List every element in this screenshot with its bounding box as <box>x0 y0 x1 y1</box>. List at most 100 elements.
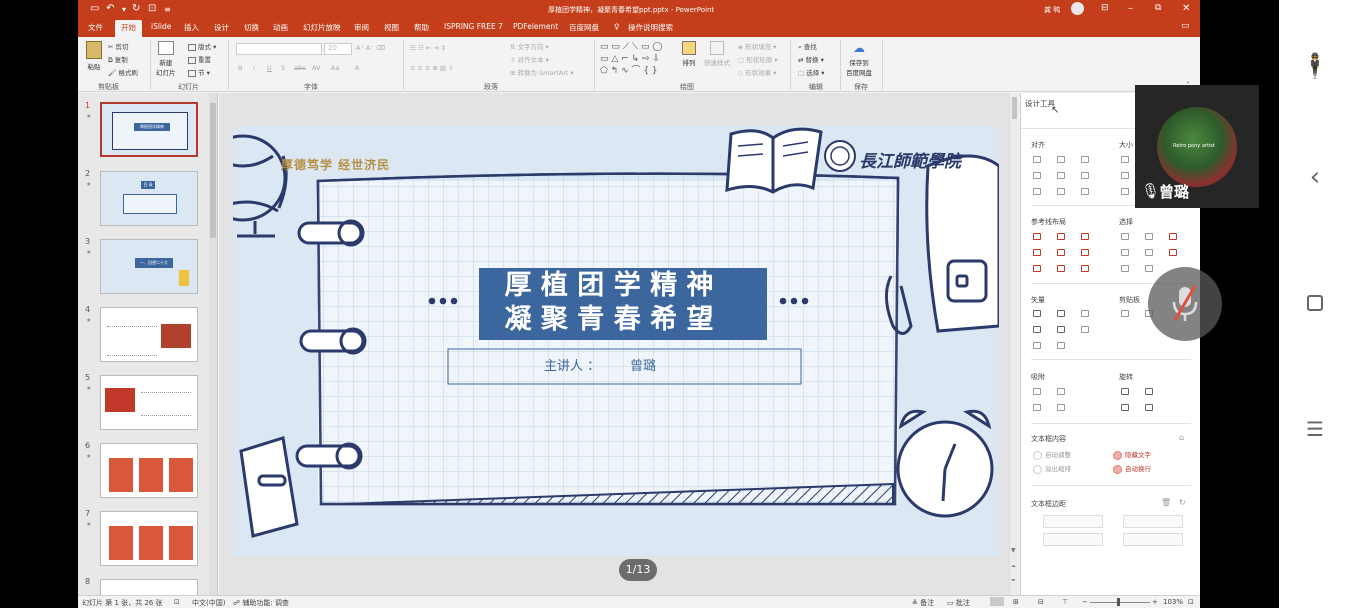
bold-button[interactable]: B <box>238 64 242 72</box>
tell-me-search[interactable]: 操作说明搜索 <box>628 22 673 33</box>
next-slide-icon[interactable]: ⏷ <box>1011 577 1016 585</box>
zoom-slider[interactable] <box>1090 602 1150 603</box>
fit-to-window-icon[interactable]: ⊡ <box>1188 598 1194 606</box>
video-call-tile[interactable]: Retro pony artist 🎙 曾璐 <box>1135 85 1259 208</box>
shape-fill-button[interactable]: ◈ 形状填充 ▾ <box>738 41 776 51</box>
thumb-slide-8[interactable] <box>100 579 198 596</box>
replace-button[interactable]: ⇄ 替换 ▾ <box>798 54 824 64</box>
comment-icon[interactable]: ▭ <box>1181 21 1190 31</box>
spellcheck-icon[interactable]: ⊡ <box>174 598 180 606</box>
tab-animations[interactable]: 动画 <box>273 22 288 33</box>
language-indicator[interactable]: 中文(中国) <box>192 598 225 608</box>
restore-icon[interactable]: ⧉ <box>1155 3 1161 13</box>
accessibility-icon[interactable]: 🕴 <box>1279 52 1351 80</box>
thumb-slide-1[interactable]: 厚植团学精神 <box>100 102 198 157</box>
thumbs-scrollbar[interactable] <box>209 93 217 596</box>
customize-icon[interactable]: ≡ <box>164 5 171 14</box>
font-grow-shrink[interactable]: A⁺ A⁻ ⌫ <box>356 44 385 52</box>
comments-button[interactable]: ▭ 批注 <box>947 598 970 608</box>
prev-slide-icon[interactable]: ⏶ <box>1011 563 1016 571</box>
arrange-button[interactable]: 排列 <box>682 41 696 67</box>
refresh-icon[interactable]: ↻ <box>1179 498 1186 507</box>
tab-islide[interactable]: iSlide <box>151 22 171 31</box>
scroll-thumb[interactable] <box>1012 97 1017 119</box>
new-slide-button[interactable]: 新建 幻灯片 <box>156 41 176 77</box>
paste-button[interactable]: 粘贴 <box>86 41 102 71</box>
shape-outline-button[interactable]: ▢ 形状轮廓 ▾ <box>738 54 778 64</box>
tab-ispring[interactable]: ISPRING FREE 7 <box>444 22 503 31</box>
quick-styles-button[interactable]: 快速样式 <box>704 41 730 67</box>
tab-pdfelement[interactable]: PDFelement <box>513 22 558 31</box>
margin-right-input[interactable] <box>1123 515 1183 528</box>
reading-view-icon[interactable]: ⊟ <box>1038 598 1044 606</box>
margin-left-input[interactable] <box>1043 515 1103 528</box>
slide-1[interactable] <box>233 126 999 556</box>
ribbon-display-icon[interactable]: ⊟ <box>1101 3 1109 13</box>
find-button[interactable]: ⌕ 查找 <box>798 41 817 52</box>
cut-button[interactable]: ✂ 剪切 <box>108 41 129 51</box>
thumb-slide-5[interactable] <box>100 375 198 430</box>
margin-top-input[interactable] <box>1043 533 1103 546</box>
align-text-button[interactable]: ⇳ 对齐文本 ▾ <box>510 54 549 64</box>
mute-toggle-button[interactable] <box>1148 267 1222 341</box>
slideshow-view-icon[interactable]: ⊤ <box>1062 598 1068 606</box>
tab-baidu[interactable]: 百度网盘 <box>569 22 599 33</box>
avatar[interactable] <box>1071 2 1084 15</box>
undo-icon[interactable]: ↶ <box>106 3 114 14</box>
zoom-out-button[interactable]: − <box>1082 598 1088 606</box>
italic-button[interactable]: I <box>253 64 255 72</box>
zoom-in-button[interactable]: + <box>1152 598 1158 606</box>
scroll-down-icon[interactable]: ▼ <box>1011 547 1016 554</box>
save-icon[interactable]: ▭ <box>90 3 99 14</box>
tab-design[interactable]: 设计 <box>214 22 229 33</box>
zoom-slider-thumb[interactable] <box>1117 598 1120 606</box>
tab-review[interactable]: 审阅 <box>354 22 369 33</box>
reset-button[interactable]: 重置 <box>188 54 211 64</box>
thumb-slide-4[interactable] <box>100 307 198 362</box>
font-color-button[interactable]: A <box>355 64 359 72</box>
home-icon[interactable] <box>1307 295 1323 311</box>
font-size-combobox[interactable]: 20 <box>324 43 352 55</box>
tab-transitions[interactable]: 切换 <box>244 22 259 33</box>
eraser-icon[interactable]: ⌂ <box>1179 433 1184 442</box>
select-button[interactable]: ⬚ 选择 ▾ <box>798 67 825 77</box>
accessibility-status[interactable]: ☍ 辅助功能: 调查 <box>233 598 289 608</box>
tab-view[interactable]: 视图 <box>384 22 399 33</box>
font-name-combobox[interactable] <box>236 43 322 55</box>
canvas-scrollbar[interactable]: ▼ ⏶ ⏷ <box>1009 93 1019 596</box>
notes-button[interactable]: ≜ 备注 <box>912 598 934 608</box>
thumb-slide-6[interactable] <box>100 443 198 498</box>
tab-home[interactable]: 开始 <box>115 20 142 37</box>
sorter-view-icon[interactable]: ⊞ <box>1013 598 1019 606</box>
tab-help[interactable]: 帮助 <box>414 22 429 33</box>
strikethrough-button[interactable]: abc <box>294 64 306 72</box>
smartart-button[interactable]: ⊞ 转换为 SmartArt ▾ <box>510 67 574 77</box>
shape-effects-button[interactable]: ◇ 形状效果 ▾ <box>738 67 776 77</box>
section-button[interactable]: 节 ▾ <box>188 67 210 77</box>
close-icon[interactable]: ✕ <box>1182 3 1190 14</box>
char-spacing-button[interactable]: AV <box>312 64 320 72</box>
text-direction-button[interactable]: ⇅ 文字方向 ▾ <box>510 41 549 51</box>
zoom-level[interactable]: 103% <box>1163 598 1183 606</box>
save-to-baidu-button[interactable]: ☁ 保存到 百度网盘 <box>846 41 872 77</box>
thumb-slide-7[interactable] <box>100 511 198 566</box>
redo-icon[interactable]: ↻ <box>132 3 140 14</box>
tab-insert[interactable]: 插入 <box>184 22 199 33</box>
format-painter-button[interactable]: 🖌 格式刷 <box>108 67 138 77</box>
align-buttons[interactable]: ≡ ≡ ≡ ≣ ▥ ⇳ <box>410 64 454 72</box>
minimize-icon[interactable]: – <box>1128 3 1133 14</box>
list-buttons[interactable]: ☰ ☷ ⇤ ⇥ ↕ <box>410 44 446 52</box>
auto-wrap-option[interactable]: 自动换行 <box>1113 463 1151 474</box>
tab-file[interactable]: 文件 <box>88 22 103 33</box>
undo-dropdown-icon[interactable]: ▾ <box>122 5 126 14</box>
margin-bottom-input[interactable] <box>1123 533 1183 546</box>
copy-button[interactable]: ⧉ 复制 <box>108 54 128 65</box>
change-case-button[interactable]: Aa <box>331 64 339 72</box>
shadow-button[interactable]: S <box>281 64 285 72</box>
thumb-slide-2[interactable]: 目 录 <box>100 171 198 226</box>
underline-button[interactable]: U <box>267 64 272 72</box>
shapes-gallery[interactable]: ▭ ▭ ⟋ ⟍ ▭ ◯ ▭ △ ⌐ ↳ ⇨ ⇩ ⬠ ↰ ∿ ⌒ { } <box>600 41 672 77</box>
present-icon[interactable]: ⊡ <box>148 3 156 14</box>
auto-adjust-option[interactable]: 自动调整 <box>1033 449 1071 460</box>
hide-text-option[interactable]: 隐藏文字 <box>1113 449 1151 460</box>
